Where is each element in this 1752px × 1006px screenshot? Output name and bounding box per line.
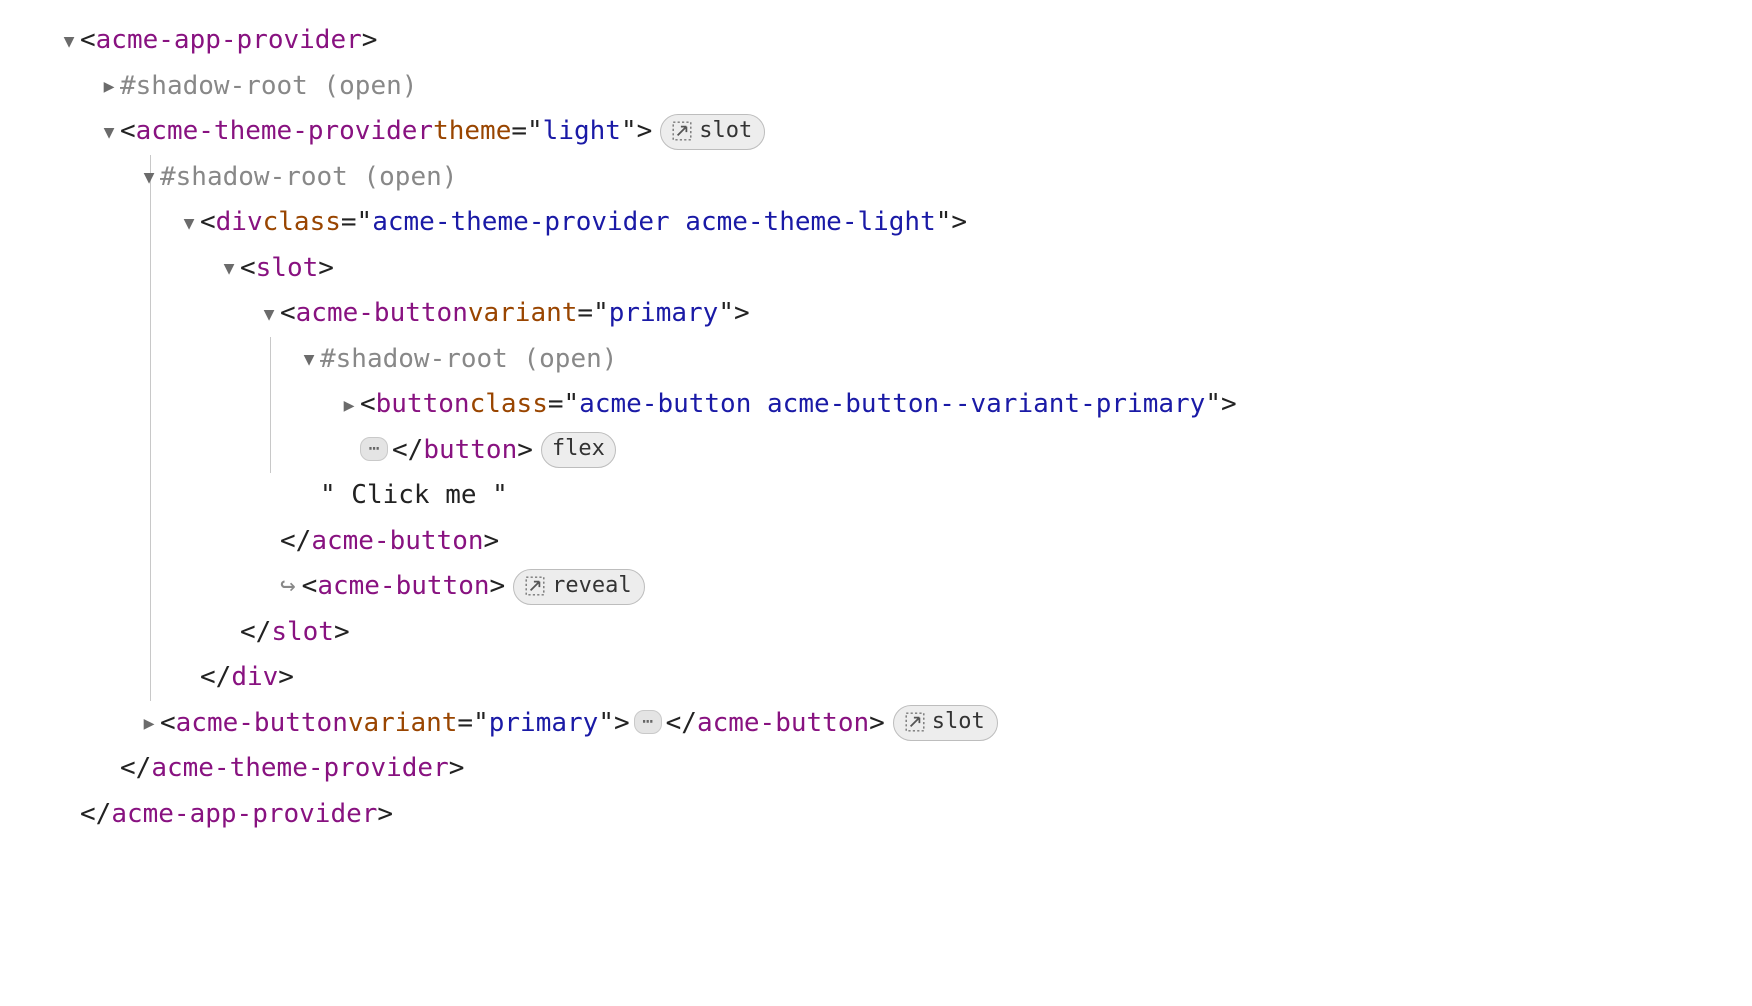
tag-name: acme-button: [176, 701, 348, 747]
node-acme-button-close[interactable]: • </acme-button>: [18, 519, 1734, 565]
node-shadow-root[interactable]: ▶ #shadow-root (open): [18, 64, 1734, 110]
node-slot-close[interactable]: • </slot>: [18, 610, 1734, 656]
shadow-root-label: #shadow-root (open): [160, 155, 457, 201]
ellipsis-icon[interactable]: ⋯: [360, 437, 388, 461]
attr-name: theme: [433, 109, 511, 155]
twistie-open-icon[interactable]: ▼: [98, 124, 120, 142]
attr-name: class: [470, 382, 548, 428]
attr-value: primary: [609, 291, 719, 337]
reveal-slot-icon: [904, 711, 926, 733]
node-slot-open[interactable]: ▼ <slot>: [18, 246, 1734, 292]
attr-name: variant: [348, 701, 458, 747]
tag-name: button: [376, 382, 470, 428]
node-acme-theme-provider-open[interactable]: ▼ <acme-theme-provider theme="light"> sl…: [18, 109, 1734, 155]
node-div-open[interactable]: ▼ <div class="acme-theme-provider acme-t…: [18, 200, 1734, 246]
badge-label: slot: [699, 115, 752, 147]
node-acme-button-open[interactable]: ▼ <acme-button variant="primary">: [18, 291, 1734, 337]
node-div-close[interactable]: • </div>: [18, 655, 1734, 701]
flex-badge[interactable]: flex: [541, 432, 616, 468]
slot-badge[interactable]: slot: [893, 705, 998, 741]
tag-name: acme-app-provider: [96, 18, 362, 64]
twistie-open-icon[interactable]: ▼: [58, 33, 80, 51]
node-button-open[interactable]: ▶ <button class="acme-button acme-button…: [18, 382, 1734, 428]
badge-label: slot: [932, 706, 985, 738]
attr-value: light: [543, 109, 621, 155]
twistie-open-icon[interactable]: ▼: [138, 169, 160, 187]
reveal-slot-icon: [671, 120, 693, 142]
node-slotted-acme-button[interactable]: • ↪ <acme-button> reveal: [18, 564, 1734, 610]
twistie-closed-icon[interactable]: ▶: [338, 397, 360, 415]
close-bracket: >: [362, 18, 378, 64]
twistie-open-icon[interactable]: ▼: [258, 306, 280, 324]
tag-name: acme-button: [296, 291, 468, 337]
twistie-open-icon[interactable]: ▼: [178, 215, 200, 233]
tag-name: slot: [256, 246, 319, 292]
twistie-open-icon[interactable]: ▼: [218, 260, 240, 278]
tag-name: slot: [271, 610, 334, 656]
attr-value: acme-theme-provider acme-theme-light: [372, 200, 936, 246]
shadow-root-label: #shadow-root (open): [320, 337, 617, 383]
shadow-root-label: #shadow-root (open): [120, 64, 417, 110]
twistie-closed-icon[interactable]: ▶: [98, 78, 120, 96]
tag-name: acme-button: [311, 519, 483, 565]
tag-name: acme-theme-provider: [151, 746, 448, 792]
tag-name: acme-button: [697, 701, 869, 747]
node-acme-app-provider-open[interactable]: ▼ <acme-app-provider>: [18, 18, 1734, 64]
attr-value: acme-button acme-button--variant-primary: [579, 382, 1205, 428]
twistie-open-icon[interactable]: ▼: [298, 351, 320, 369]
node-text[interactable]: • " Click me ": [18, 473, 1734, 519]
badge-label: reveal: [552, 570, 631, 602]
node-acme-button-collapsed[interactable]: ▶ <acme-button variant="primary"> ⋯ </ac…: [18, 701, 1734, 747]
badge-label: flex: [552, 433, 605, 465]
tag-name: div: [216, 200, 263, 246]
text-node: " Click me ": [320, 473, 508, 519]
node-acme-app-provider-close[interactable]: • </acme-app-provider>: [18, 792, 1734, 838]
node-shadow-root[interactable]: ▼ #shadow-root (open): [18, 155, 1734, 201]
node-shadow-root[interactable]: ▼ #shadow-root (open): [18, 337, 1734, 383]
tag-name: acme-theme-provider: [136, 109, 433, 155]
attr-name: class: [263, 200, 341, 246]
reveal-arrow-icon: ↪: [280, 564, 296, 610]
tag-name: div: [231, 655, 278, 701]
reveal-badge[interactable]: reveal: [513, 569, 644, 605]
dom-tree: ▼ <acme-app-provider> ▶ #shadow-root (op…: [18, 18, 1734, 837]
twistie-closed-icon[interactable]: ▶: [138, 715, 160, 733]
open-bracket: <: [80, 18, 96, 64]
node-button-close[interactable]: • ⋯ </button> flex: [18, 428, 1734, 474]
attr-value: primary: [489, 701, 599, 747]
tag-name: acme-app-provider: [111, 792, 377, 838]
tag-name: button: [423, 428, 517, 474]
node-acme-theme-provider-close[interactable]: • </acme-theme-provider>: [18, 746, 1734, 792]
slot-badge[interactable]: slot: [660, 114, 765, 150]
ellipsis-icon[interactable]: ⋯: [634, 710, 662, 734]
tag-name: acme-button: [317, 564, 489, 610]
reveal-slot-icon: [524, 575, 546, 597]
attr-name: variant: [468, 291, 578, 337]
